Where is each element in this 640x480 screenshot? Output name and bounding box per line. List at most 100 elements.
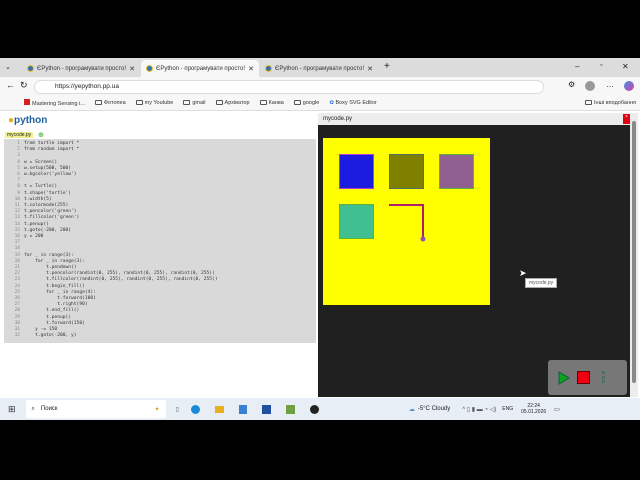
code-line: t.penup() [24, 314, 72, 320]
folder-icon [94, 100, 102, 106]
new-tab-button[interactable]: + [384, 61, 390, 72]
code-line: w = Screen() [24, 159, 58, 165]
scrollbar[interactable] [630, 113, 638, 397]
minimize-button[interactable]: – [575, 62, 579, 71]
code-line: for _ in range(3): [24, 252, 74, 258]
code-line: for _ in range(3): [24, 258, 85, 264]
line-number: 2 [17, 147, 20, 153]
close-output-button[interactable]: × [623, 114, 630, 124]
code-line: t.forward(150) [24, 320, 85, 326]
code-line: t.pencolor('green') [24, 209, 77, 215]
close-window-button[interactable]: ✕ [622, 62, 629, 71]
back-icon[interactable]: ← [6, 80, 15, 90]
folder-icon [585, 100, 593, 106]
folder-icon [259, 100, 267, 106]
line-number: 5 [17, 165, 20, 171]
code-line: t.shape('turtle') [24, 190, 72, 196]
extensions-icon[interactable]: ⚙ [568, 80, 575, 89]
edge-icon[interactable] [190, 404, 200, 414]
add-file-icon[interactable]: ⊕ [38, 131, 44, 139]
code-line: from turtle import * [24, 141, 80, 146]
app-icon[interactable] [285, 404, 295, 414]
close-tab-icon[interactable]: ✕ [248, 65, 254, 73]
bookmark-item[interactable]: my Youtube [135, 100, 173, 106]
line-number: 28 [14, 308, 20, 314]
line-number: 22 [14, 271, 20, 277]
site-icon [265, 65, 272, 72]
bookmark-item[interactable]: gmail [183, 100, 206, 106]
line-number: 6 [17, 172, 20, 177]
weather-icon: ☁ [408, 406, 415, 413]
task-view-icon[interactable]: ▯ [176, 406, 179, 413]
line-number: 30 [14, 320, 20, 326]
close-tab-icon[interactable]: ✕ [367, 65, 373, 73]
code-line: t.begin_fill() [24, 283, 85, 289]
folder-icon [215, 100, 223, 106]
code-line: t.pencolor(randint(0, 255), randint(0, 2… [24, 271, 215, 277]
code-line: t.fillcolor(randint(0, 255), randint(0, … [24, 277, 218, 283]
code-editor[interactable]: 1 from turtle import * 2 from random import… [4, 139, 316, 343]
line-number: 12 [14, 209, 20, 215]
profile-avatar[interactable] [585, 81, 595, 91]
code-line: t.penup() [24, 221, 49, 227]
bookmark-item[interactable]: Архіватор [215, 100, 250, 106]
other-bookmarks[interactable]: Інші вподобання [585, 100, 636, 106]
bookmark-item[interactable]: Канва [259, 100, 284, 106]
line-number: 16 [14, 234, 20, 239]
more-options-icon[interactable]: ooo [602, 371, 605, 385]
bookmark-item[interactable]: Mastering Sensing i... [24, 99, 85, 107]
line-number: 21 [14, 265, 20, 270]
line-number: 7 [17, 178, 20, 184]
code-line: t.pendown() [24, 265, 77, 270]
bookmarks-bar: Mastering Sensing i... Фотопеа my Youtub… [0, 96, 640, 111]
line-number: 32 [14, 333, 20, 339]
turtle-canvas [323, 138, 490, 305]
code-line: t.goto(-200, y) [24, 333, 77, 339]
code-line: w.bgcolor('yellow') [24, 172, 77, 177]
search-box[interactable]: ⌕ Поиск ✦ [25, 400, 166, 418]
line-number: 23 [14, 277, 20, 283]
tab-list-icon[interactable]: ⌄ [5, 63, 11, 71]
bookmark-item[interactable]: Фотопеа [94, 100, 126, 106]
run-controls: ooo [548, 360, 627, 395]
word-icon[interactable] [261, 404, 271, 414]
turtle-icon [420, 236, 426, 242]
explorer-icon[interactable] [214, 405, 224, 413]
code-line: t.end_fill() [24, 308, 80, 314]
tab-strip: ⌄ ЄPython - програмувати просто! ✕ ЄPytho… [0, 58, 640, 77]
site-icon [146, 65, 153, 72]
code-line: t.goto(-200, 200) [24, 227, 72, 233]
app-icon[interactable] [238, 404, 247, 414]
stop-button[interactable] [577, 371, 590, 384]
menu-icon[interactable]: … [606, 80, 614, 89]
line-number: 15 [14, 227, 20, 233]
line-number: 27 [14, 302, 20, 308]
bookmark-item[interactable]: google [293, 100, 319, 106]
browser-tab[interactable]: ЄPython - програмувати просто! ✕ [260, 60, 378, 77]
line-number: 9 [17, 190, 20, 196]
restore-button[interactable]: ▫ [600, 62, 602, 69]
tray-icons[interactable]: ^ ▯ ▮ ▬ ◔ ◁) [462, 406, 496, 413]
copilot-icon[interactable] [624, 81, 634, 91]
browser-tab-active[interactable]: ЄPython - програмувати просто! ✕ [141, 60, 259, 77]
refresh-icon[interactable]: ↻ [20, 80, 28, 91]
code-line: y = 200 [24, 234, 44, 239]
line-number: 14 [14, 221, 20, 227]
app-icon[interactable] [309, 404, 319, 414]
close-tab-icon[interactable]: ✕ [129, 65, 135, 73]
taskbar: ⊞ ⌕ Поиск ✦ ▯ ☁ -5°C Cloudy ^ ▯ ▮ ▬ ◔ ◁) E… [0, 398, 640, 420]
notifications-icon[interactable]: ▭ [554, 406, 560, 413]
start-icon[interactable]: ⊞ [8, 404, 16, 415]
url-input[interactable]: https://yepython.pp.ua [34, 80, 544, 94]
line-number: 19 [14, 252, 20, 258]
site-logo[interactable]: ●python [8, 115, 47, 126]
file-tab-mycode[interactable]: mycode.py [5, 132, 34, 138]
code-line: t.fillcolor('green') [24, 215, 80, 221]
line-number: 17 [14, 240, 20, 246]
bookmark-item[interactable]: ✿ Boxy SVG Editor [329, 100, 376, 106]
browser-tab[interactable]: ЄPython - програмувати просто! ✕ [22, 60, 140, 77]
clock[interactable]: 22:24 05.01.2026 [521, 403, 546, 415]
line-number: 26 [14, 296, 20, 301]
code-line: from random import * [24, 147, 80, 153]
run-button[interactable] [558, 371, 570, 385]
